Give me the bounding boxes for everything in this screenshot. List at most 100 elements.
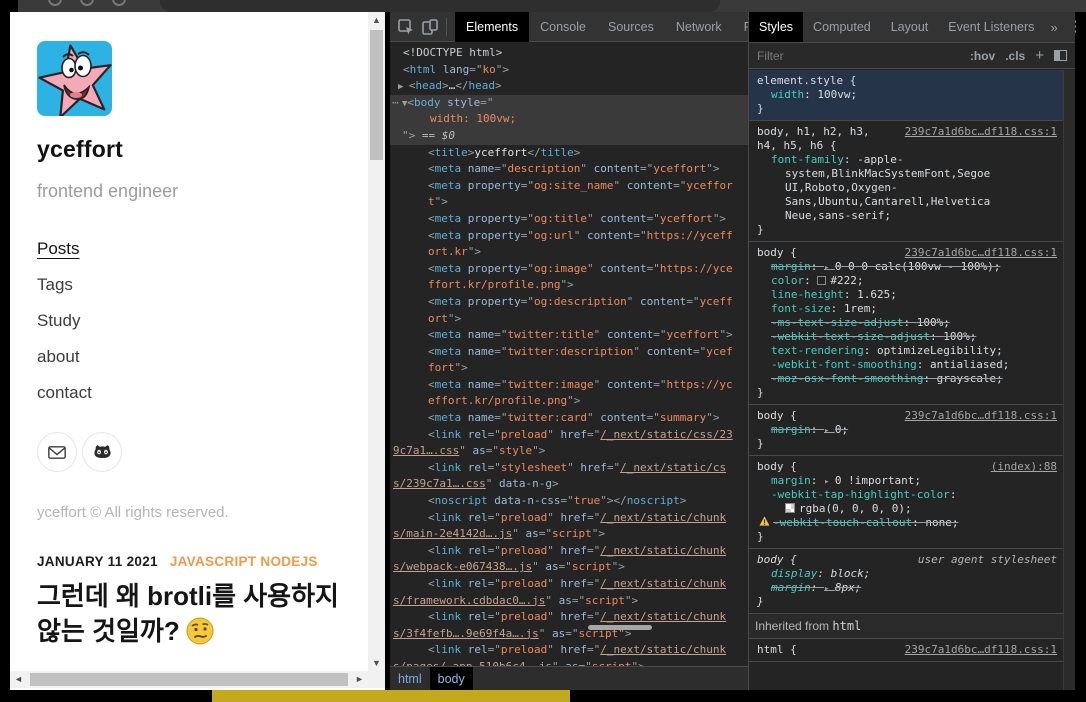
stylesheet-source-link[interactable]: 239c7a1d6bc…df118.css:1 [905, 246, 1057, 259]
inspect-element-icon[interactable] [398, 19, 414, 35]
post-title-line1[interactable]: 그런데 왜 brotli를 사용하지 [37, 576, 339, 613]
filter-input[interactable]: Filter [757, 49, 970, 63]
styles-scrollbar-gutter[interactable] [1063, 70, 1075, 690]
css-declaration[interactable]: system,BlinkMacSystemFont,Segoe [755, 167, 1057, 181]
resource-link[interactable]: s/239c7a1….css [393, 477, 486, 490]
dom-tree-line[interactable]: ▶ <head>…</head> [390, 78, 748, 95]
css-declaration[interactable]: element.style { [755, 74, 1057, 88]
resource-link[interactable]: /_next/static/chunk [600, 577, 726, 590]
profile-icon[interactable] [112, 0, 126, 6]
scroll-right-arrow[interactable]: ► [351, 671, 368, 688]
dom-tree-line[interactable]: <meta property="og:site_name" content="y… [390, 178, 748, 195]
dom-tree-line[interactable]: width: 100vw; [390, 111, 748, 128]
dom-tree-line[interactable]: <html lang="ko"> [390, 62, 748, 79]
dom-tree-line[interactable]: 9c7a1….css" as="style"> [390, 443, 748, 460]
css-declaration[interactable]: Neue,sans-serif; [755, 209, 1057, 223]
stylesheet-source-link[interactable]: 239c7a1d6bc…df118.css:1 [905, 409, 1057, 422]
vertical-scroll-thumb[interactable] [370, 30, 383, 160]
tab-sources[interactable]: Sources [597, 12, 665, 42]
css-declaration[interactable]: h4, h5, h6 { [755, 139, 1057, 153]
css-declaration[interactable]: color: #222; [755, 274, 1057, 288]
css-rule[interactable]: 239c7a1d6bc…df118.css:1html { [749, 639, 1063, 662]
page-vertical-scrollbar[interactable]: ▲ ▼ [368, 12, 385, 672]
dom-tree-line[interactable]: <meta name="twitter:description" content… [390, 344, 748, 361]
dom-tree-line[interactable]: ⋯▼<body style=" [390, 95, 748, 112]
dom-tree-line[interactable]: s/3f4fefb….9e69f4a….js" as="script"> [390, 626, 748, 643]
dom-tree-line[interactable]: <link rel="preload" href="/_next/static/… [390, 609, 748, 626]
resource-link[interactable]: s/framework.cdbdac0….js [393, 594, 545, 607]
css-declaration[interactable]: } [755, 102, 1057, 116]
css-declaration[interactable]: Sans,Ubuntu,Cantarell,Helvetica [755, 195, 1057, 209]
css-declaration[interactable]: margin: ▸ 0 0 0 calc(100vw - 100%); [755, 260, 1057, 274]
post-title-line2[interactable]: 않는 것일까? [37, 611, 214, 652]
css-declaration[interactable]: } [755, 595, 1057, 609]
dom-tree-line[interactable]: <meta name="description" content="yceffo… [390, 161, 748, 178]
dom-tree-line[interactable]: <link rel="preload" href="/_next/static/… [390, 427, 748, 444]
page-horizontal-scrollbar[interactable]: ◄ ► [10, 671, 368, 688]
dom-tree-line[interactable]: fort"> [390, 360, 748, 377]
css-declaration[interactable]: width: 100vw; [755, 88, 1057, 102]
dom-tree-line[interactable]: t"> [390, 194, 748, 211]
css-rule[interactable]: user agent stylesheetbody {display: bloc… [749, 549, 1063, 614]
dom-tree-line[interactable]: <meta property="og:description" content=… [390, 294, 748, 311]
css-declaration[interactable]: font-family: -apple- [755, 153, 1057, 167]
tab-layout[interactable]: Layout [881, 12, 939, 42]
css-declaration[interactable]: } [755, 530, 1057, 544]
css-declaration[interactable]: -webkit-text-size-adjust: 100%; [755, 330, 1057, 344]
device-toolbar-icon[interactable] [422, 19, 438, 35]
css-declaration[interactable]: margin: ▸ 0; [755, 423, 1057, 437]
dom-tree-line[interactable]: <meta name="twitter:image" content="http… [390, 377, 748, 394]
node-menu-dots-icon[interactable]: ⋯ [392, 95, 398, 112]
stylesheet-source-link[interactable]: 239c7a1d6bc…df118.css:1 [905, 643, 1057, 656]
css-declaration[interactable]: rgba(0, 0, 0, 0); [755, 502, 1057, 516]
css-declaration[interactable]: -webkit-tap-highlight-color: [755, 488, 1057, 502]
new-style-rule-icon[interactable]: + [1035, 47, 1044, 64]
dom-tree-line[interactable]: s/main-2e4142d….js" as="script"> [390, 526, 748, 543]
css-rule[interactable]: 239c7a1d6bc…df118.css:1body {margin: ▸ 0… [749, 242, 1063, 405]
css-declaration[interactable]: } [755, 437, 1057, 451]
more-sidebar-tabs-icon[interactable]: » [1050, 20, 1057, 35]
tab-event-listeners[interactable]: Event Listeners [938, 12, 1044, 42]
cls-toggle[interactable]: .cls [1005, 49, 1025, 63]
breadcrumb-item-html[interactable]: html [390, 667, 430, 691]
horizontal-scroll-thumb[interactable] [30, 673, 348, 686]
sidebar-item-tags[interactable]: Tags [37, 275, 73, 295]
tab-computed[interactable]: Computed [803, 12, 881, 42]
dom-tree-line[interactable]: <meta name="twitter:title" content="ycef… [390, 327, 748, 344]
dom-tree-line[interactable]: <title>yceffort</title> [390, 145, 748, 162]
sidebar-toggle-icon[interactable] [1054, 50, 1067, 61]
resource-link[interactable]: 9c7a1….css [393, 444, 459, 457]
dom-tree-line[interactable]: <link rel="preload" href="/_next/static/… [390, 543, 748, 560]
address-bar[interactable] [160, 0, 720, 12]
resource-link[interactable]: /_next/static/chunk [600, 643, 726, 656]
dom-tree-line[interactable]: <link rel="preload" href="/_next/static/… [390, 642, 748, 659]
css-rule[interactable]: (index):88body {margin: ▸ 0 !important;-… [749, 456, 1063, 549]
resource-link[interactable]: s/main-2e4142d….js [393, 527, 512, 540]
dom-tree-line[interactable]: s/framework.cdbdac0….js" as="script"> [390, 593, 748, 610]
sidebar-item-study[interactable]: Study [37, 311, 80, 331]
dom-tree-line[interactable]: s/pages/_app-510b6c4….js" as="script"> [390, 659, 748, 666]
css-declaration[interactable]: -webkit-touch-callout: none; [755, 516, 1057, 530]
dom-tree-line[interactable]: ort.kr"> [390, 244, 748, 261]
breadcrumb-item-body[interactable]: body [430, 667, 473, 691]
refresh-icon[interactable] [80, 0, 94, 6]
tab-network[interactable]: Network [665, 12, 733, 42]
css-declaration[interactable]: } [755, 386, 1057, 400]
resource-link[interactable]: /_next/static/chunk [600, 511, 726, 524]
dom-tree-line[interactable]: <link rel="preload" href="/_next/static/… [390, 510, 748, 527]
css-declaration[interactable]: display: block; [755, 567, 1057, 581]
dom-tree-line[interactable]: "> == $0 [390, 128, 748, 145]
resource-link[interactable]: s/3f4fefb….9e69f4a….js [393, 627, 539, 640]
hov-toggle[interactable]: :hov [970, 49, 995, 63]
dom-tree-line[interactable]: <link rel="stylesheet" href="/_next/stat… [390, 460, 748, 477]
dom-tree-line[interactable]: <meta name="twitter:card" content="summa… [390, 410, 748, 427]
mail-button[interactable] [37, 432, 77, 472]
dom-tree-line[interactable]: <noscript data-n-css="true"></noscript> [390, 493, 748, 510]
css-rule[interactable]: 239c7a1d6bc…df118.css:1body {margin: ▸ 0… [749, 405, 1063, 456]
github-button[interactable] [82, 432, 122, 472]
dom-tree-line[interactable]: ffort.kr/profile.png"> [390, 277, 748, 294]
dom-tree-line[interactable]: <meta property="og:url" content="https:/… [390, 228, 748, 245]
css-rule[interactable]: 239c7a1d6bc…df118.css:1body, h1, h2, h3,… [749, 121, 1063, 242]
back-icon[interactable] [48, 0, 62, 6]
css-declaration[interactable]: line-height: 1.625; [755, 288, 1057, 302]
